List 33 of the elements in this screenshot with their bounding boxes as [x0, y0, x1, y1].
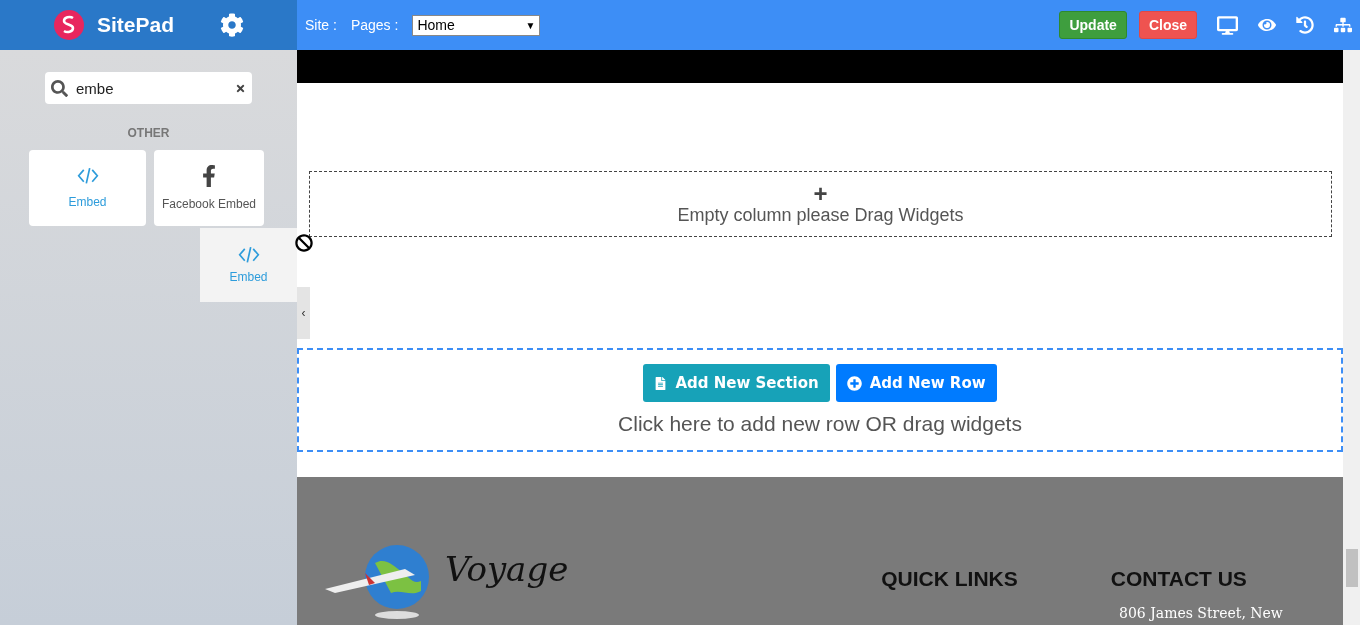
preview-icon[interactable]	[1258, 16, 1276, 34]
empty-column[interactable]: + Empty column please Drag Widgets	[309, 171, 1332, 237]
plus-icon: +	[813, 182, 828, 205]
brand-name: SitePad	[97, 13, 174, 37]
add-row-button[interactable]: Add New Row	[835, 364, 997, 402]
clear-icon[interactable]	[235, 82, 246, 94]
history-icon[interactable]	[1296, 16, 1314, 34]
code-icon	[76, 167, 99, 185]
logo-icon	[53, 9, 85, 41]
empty-column-text: Empty column please Drag Widgets	[677, 204, 964, 226]
address-text: 806 James Street, New	[1119, 605, 1283, 621]
search-icon	[51, 79, 68, 97]
footer-logo-text: Voyage	[445, 549, 569, 589]
footer-heading: QUICK LINKS	[881, 567, 1018, 591]
scrollbar[interactable]	[1343, 50, 1360, 625]
settings-icon[interactable]	[220, 13, 244, 37]
desktop-icon[interactable]	[1217, 14, 1238, 36]
category-heading: OTHER	[127, 126, 170, 140]
pages-label: Pages :	[350, 17, 399, 33]
document-icon	[654, 376, 668, 390]
not-allowed-cursor-icon	[295, 234, 313, 252]
widget-tile[interactable]: Facebook Embed	[154, 150, 264, 226]
code-icon	[237, 246, 260, 264]
caret-icon: ▼	[525, 19, 536, 31]
footer-heading: CONTACT US	[1110, 567, 1247, 591]
collapse-tab[interactable]: ‹	[297, 287, 310, 339]
add-row-area[interactable]: Add New Section Add New Row Click here to add new row OR drag widgets	[297, 348, 1343, 452]
page-select[interactable]: Home ▼	[412, 14, 541, 36]
search-field[interactable]: embe	[45, 72, 252, 104]
add-row-hint: Click here to add new row OR drag widgets	[618, 412, 1022, 436]
drag-ghost: Embed	[200, 228, 297, 302]
site-label: Site :	[305, 17, 337, 33]
sitemap-icon[interactable]	[1334, 16, 1352, 34]
